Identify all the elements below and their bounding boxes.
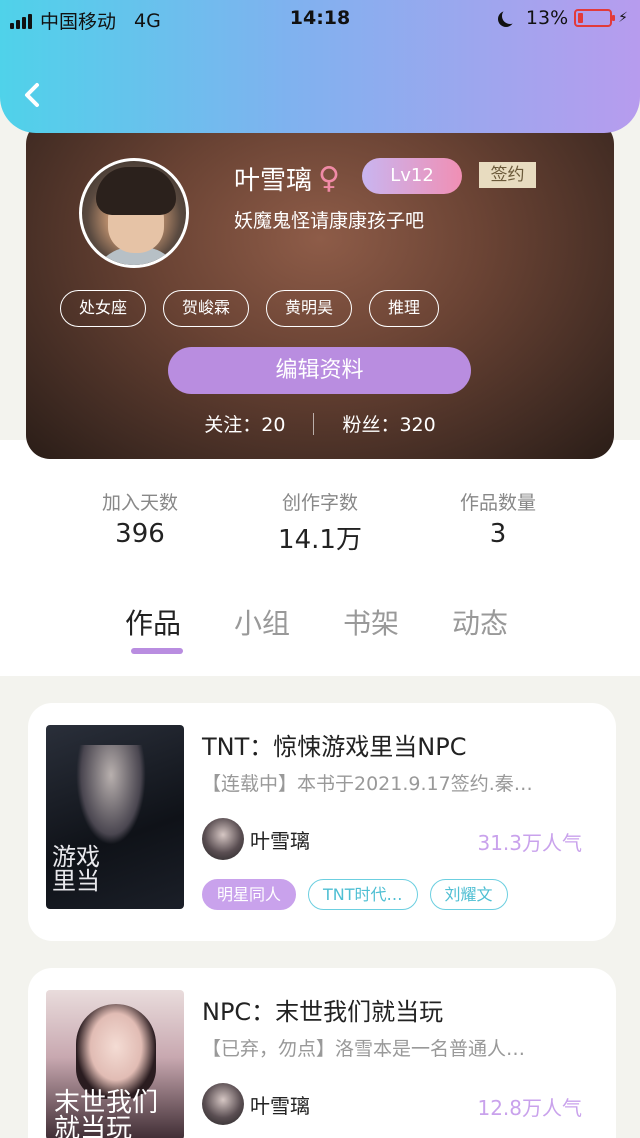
profile-tag[interactable]: 推理 xyxy=(369,290,440,327)
stat-label: 加入天数 xyxy=(101,492,178,514)
stat-value: 3 xyxy=(489,519,507,549)
fans-count: 320 xyxy=(399,414,436,436)
book-tag[interactable]: 明星同人 xyxy=(202,879,297,910)
book-description: 【已弃，勿点】洛雪本是一名普通人… xyxy=(202,1038,526,1060)
stat-join-days: 加入天数 396 xyxy=(60,488,220,549)
book-title[interactable]: TNT：惊悚游戏里当NPC xyxy=(202,727,466,762)
book-popularity: 12.8万人气 xyxy=(477,1096,582,1120)
tab-works[interactable]: 作品 xyxy=(125,602,181,642)
author-name: 叶雪璃 xyxy=(250,1093,310,1118)
profile-tags: 处女座 贺峻霖 黄明昊 推理 xyxy=(60,290,440,327)
avatar[interactable] xyxy=(79,158,189,268)
profile-tag[interactable]: 处女座 xyxy=(60,290,147,327)
fans-label: 粉丝： xyxy=(342,414,400,436)
following-label: 关注： xyxy=(204,414,262,436)
tab-bookshelf[interactable]: 书架 xyxy=(343,602,399,642)
signed-badge: 签约 xyxy=(479,162,536,188)
book-card[interactable]: 游戏 里当 TNT：惊悚游戏里当NPC 【连载中】本书于2021.9.17签约.秦… xyxy=(28,703,616,941)
book-popularity: 31.3万人气 xyxy=(477,831,582,855)
book-author[interactable]: 叶雪璃 xyxy=(202,1083,310,1125)
follow-stats: 关注：20 粉丝：320 xyxy=(26,410,614,437)
author-avatar xyxy=(202,818,244,860)
active-tab-indicator xyxy=(131,648,183,654)
book-cover[interactable]: 末世我们 就当玩 xyxy=(46,990,184,1138)
book-title[interactable]: NPC：末世我们就当玩 xyxy=(202,992,443,1027)
battery-icon xyxy=(574,9,616,27)
tab-bar: 作品 小组 书架 动态 xyxy=(0,580,640,676)
cover-title: 游戏 里当 xyxy=(52,843,100,895)
profile-bio: 妖魔鬼怪请康康孩子吧 xyxy=(234,210,425,232)
charging-icon: ⚡ xyxy=(618,10,628,26)
following-count: 20 xyxy=(261,414,286,436)
author-avatar xyxy=(202,1083,244,1125)
fans-link[interactable]: 粉丝：320 xyxy=(342,410,435,437)
stat-label: 作品数量 xyxy=(459,492,536,514)
book-card[interactable]: 末世我们 就当玩 NPC：末世我们就当玩 【已弃，勿点】洛雪本是一名普通人… 叶雪… xyxy=(28,968,616,1138)
stats-panel: 加入天数 396 创作字数 14.1万 作品数量 3 xyxy=(52,440,588,580)
profile-name-row: 叶雪璃 ♀ xyxy=(234,160,340,197)
profile-tag[interactable]: 贺峻霖 xyxy=(163,290,250,327)
female-icon: ♀ xyxy=(318,160,340,196)
back-button[interactable] xyxy=(20,80,46,110)
following-link[interactable]: 关注：20 xyxy=(204,410,285,437)
stat-label: 创作字数 xyxy=(281,492,358,514)
tab-activity[interactable]: 动态 xyxy=(452,602,508,642)
stat-value: 396 xyxy=(115,519,165,549)
cover-title: 末世我们 就当玩 xyxy=(54,1088,159,1138)
divider xyxy=(313,412,315,435)
book-description: 【连载中】本书于2021.9.17签约.秦… xyxy=(202,773,533,795)
stat-works-count: 作品数量 3 xyxy=(418,488,578,549)
chevron-left-icon xyxy=(25,83,39,107)
stat-word-count: 创作字数 14.1万 xyxy=(240,488,400,556)
author-name: 叶雪璃 xyxy=(250,828,310,853)
tab-groups[interactable]: 小组 xyxy=(234,602,290,642)
profile-name: 叶雪璃 xyxy=(234,166,313,196)
book-tag[interactable]: TNT时代… xyxy=(308,879,418,910)
status-bar: 中国移动 4G 14:18 13% ⚡ xyxy=(0,0,640,36)
book-tag[interactable]: 刘耀文 xyxy=(429,879,508,910)
profile-tag[interactable]: 黄明昊 xyxy=(266,290,353,327)
header-bar: 中国移动 4G 14:18 13% ⚡ xyxy=(0,0,640,133)
battery-percent: 13% xyxy=(525,7,569,29)
moon-icon xyxy=(502,8,518,24)
book-cover[interactable]: 游戏 里当 xyxy=(46,725,184,909)
book-tags: 明星同人 TNT时代… 刘耀文 xyxy=(202,879,508,910)
edit-profile-button[interactable]: 编辑资料 xyxy=(168,347,471,394)
stat-value: 14.1万 xyxy=(278,525,362,555)
profile-card: 叶雪璃 ♀ Lv12 签约 妖魔鬼怪请康康孩子吧 处女座 贺峻霖 黄明昊 推理 … xyxy=(26,120,614,459)
book-author[interactable]: 叶雪璃 xyxy=(202,818,310,860)
level-badge[interactable]: Lv12 xyxy=(362,158,462,194)
